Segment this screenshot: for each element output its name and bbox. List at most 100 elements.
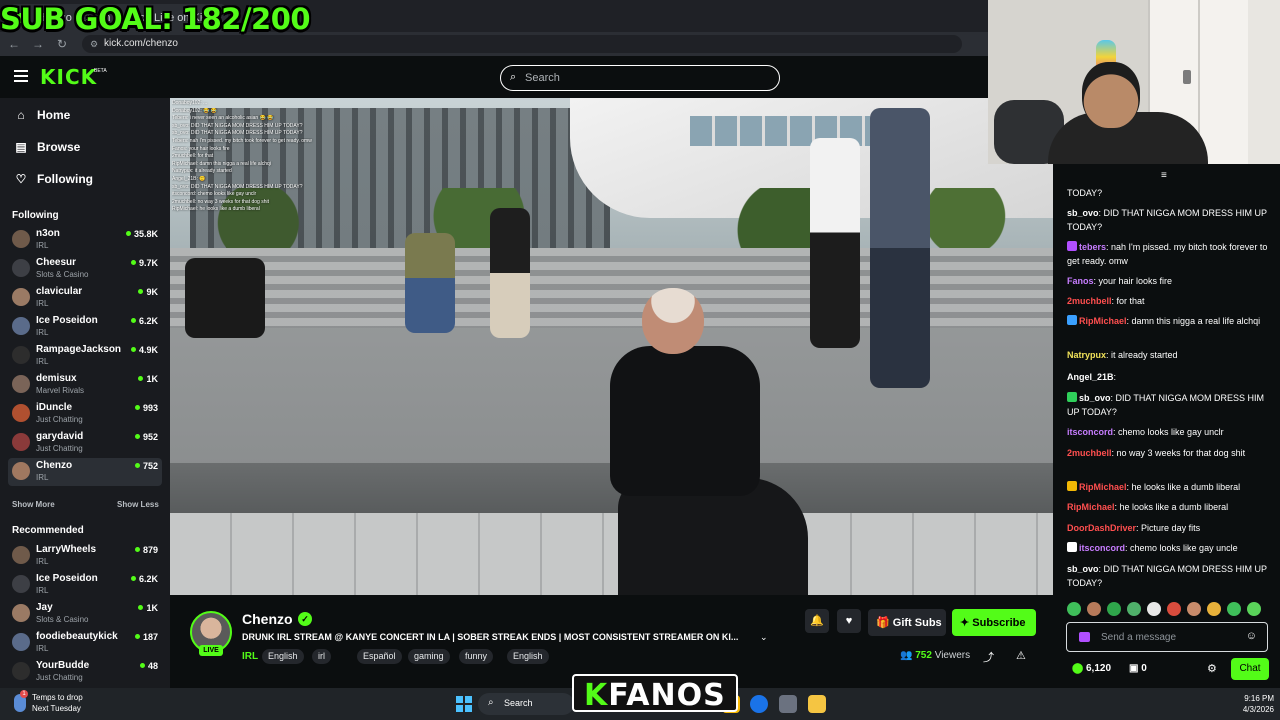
- chat-username[interactable]: RipMichael: [1067, 502, 1115, 512]
- emote-icon[interactable]: [1247, 602, 1261, 616]
- video-chat-overlay: Donaboy102: ... Donaboy102: 😂 😂 Tebers: i …: [172, 100, 342, 260]
- chat-settings-icon[interactable]: ⚙: [1207, 662, 1217, 675]
- chevron-down-icon[interactable]: ⌄: [760, 632, 768, 643]
- stream-tag[interactable]: gaming: [408, 649, 450, 664]
- category-link[interactable]: IRL: [242, 651, 258, 662]
- clock-time: 9:16 PM: [1244, 694, 1274, 703]
- chat-username[interactable]: itsconcord: [1067, 427, 1113, 437]
- chat-collapse-icon[interactable]: ≡: [1161, 170, 1167, 181]
- chat-username[interactable]: Fanos: [1067, 276, 1094, 286]
- subscribe-button[interactable]: ✦ Subscribe: [952, 609, 1036, 636]
- stream-tag[interactable]: English: [262, 649, 304, 664]
- url-field[interactable]: ⚙ kick.com/chenzo: [82, 35, 962, 53]
- stream-tag[interactable]: funny: [459, 649, 494, 664]
- chat-username[interactable]: sb_ovo: [1067, 208, 1099, 218]
- back-icon[interactable]: ←: [6, 36, 22, 52]
- search-input[interactable]: ⌕ Search: [500, 65, 780, 91]
- sidebar-channel[interactable]: Cheesur Slots & Casino 9.7K: [8, 255, 162, 283]
- forward-icon[interactable]: →: [30, 36, 46, 52]
- nav-home[interactable]: ⌂ Home: [14, 108, 70, 128]
- channel-points[interactable]: ⬤ 6,120: [1072, 663, 1111, 674]
- chat-message: sb_ovo: DID THAT NIGGA MOM DRESS HIM UP …: [1067, 206, 1271, 234]
- sidebar-channel[interactable]: YourBudde Just Chatting 48: [8, 658, 162, 686]
- sidebar-channel[interactable]: iDuncle Just Chatting 993: [8, 400, 162, 428]
- nav-following[interactable]: ♡ Following: [14, 172, 93, 192]
- chat-username[interactable]: sb_ovo: [1067, 564, 1099, 574]
- emote-icon[interactable]: [1207, 602, 1221, 616]
- gift-icon[interactable]: [1079, 632, 1090, 642]
- sidebar-channel[interactable]: Ice Poseidon IRL 6.2K: [8, 571, 162, 599]
- emote-icon[interactable]: [1227, 602, 1241, 616]
- chat-username[interactable]: Natrypux: [1067, 350, 1106, 360]
- follow-heart-button[interactable]: ♥: [837, 609, 861, 633]
- chat-username[interactable]: sb_ovo: [1079, 393, 1111, 403]
- chat-username[interactable]: RipMichael: [1079, 482, 1127, 492]
- chat-username[interactable]: itsconcord: [1079, 543, 1125, 553]
- emote-icon[interactable]: [1107, 602, 1121, 616]
- show-less-link[interactable]: Show Less: [117, 500, 159, 509]
- reload-icon[interactable]: ↻: [54, 36, 70, 52]
- sidebar-channel[interactable]: Jay Slots & Casino 1K: [8, 600, 162, 628]
- chat-username[interactable]: DoorDashDriver: [1067, 523, 1136, 533]
- sidebar-channel[interactable]: clavicular IRL 9K: [8, 284, 162, 312]
- sidebar-channel[interactable]: RampageJackson IRL 4.9K: [8, 342, 162, 370]
- stream-tag[interactable]: irl: [312, 649, 331, 664]
- sidebar-channel[interactable]: foodiebeautykick IRL 187: [8, 629, 162, 657]
- chat-message: Angel_21B:: [1067, 370, 1271, 384]
- user-badge-icon: [1067, 241, 1077, 251]
- streamer-name[interactable]: Chenzo: [242, 611, 293, 627]
- viewer-label: Viewers: [934, 650, 971, 661]
- emote-icon[interactable]: [1127, 602, 1141, 616]
- chat-send-button[interactable]: Chat: [1231, 658, 1269, 680]
- chat-username[interactable]: RipMichael: [1079, 316, 1127, 326]
- nav-browse[interactable]: ▤ Browse: [14, 140, 80, 160]
- sidebar-channel[interactable]: garydavid Just Chatting 952: [8, 429, 162, 457]
- chat-username[interactable]: 2muchbell: [1067, 296, 1112, 306]
- menu-icon[interactable]: [14, 70, 28, 82]
- sidebar-channel[interactable]: Chenzo IRL 752: [8, 458, 162, 486]
- channel-category: Marvel Rivals: [36, 386, 85, 395]
- stream-tag[interactable]: Español: [357, 649, 402, 664]
- viewers-icon: 👥: [900, 650, 916, 661]
- app-icon[interactable]: [779, 695, 797, 713]
- sidebar-channel[interactable]: LarryWheels IRL 879: [8, 542, 162, 570]
- video-player[interactable]: Donaboy102: ... Donaboy102: 😂 😂 Tebers: i …: [170, 98, 1053, 595]
- live-badge: LIVE: [199, 645, 223, 656]
- chat-text: it already started: [1111, 350, 1178, 360]
- chat-username[interactable]: tebers: [1079, 242, 1106, 252]
- channel-avatar: [12, 317, 30, 335]
- screen: Chenzo Stream - Watch Live on Kick ← → ↻…: [0, 0, 1280, 720]
- video-chat-line: RipMichael: damn this nigga a real life …: [172, 160, 271, 167]
- taskbar-search[interactable]: ⌕ Search: [478, 693, 574, 715]
- chat-username[interactable]: Angel_21B: [1067, 372, 1114, 382]
- sidebar-channel[interactable]: n3on IRL 35.8K: [8, 226, 162, 254]
- emote-icon[interactable]: [1087, 602, 1101, 616]
- stream-tag[interactable]: English: [507, 649, 549, 664]
- file-explorer-icon[interactable]: [808, 695, 826, 713]
- chat-input[interactable]: Send a message ☺: [1066, 622, 1268, 652]
- show-more-link[interactable]: Show More: [12, 500, 55, 509]
- notification-bell-button[interactable]: 🔔: [805, 609, 829, 633]
- mystery-box-count[interactable]: ▣ 0: [1129, 663, 1147, 674]
- weather-widget[interactable]: 1 Temps to drop Next Tuesday: [12, 690, 83, 714]
- site-info-icon[interactable]: ⚙: [90, 39, 98, 50]
- sidebar-channel[interactable]: Ice Poseidon IRL 6.2K: [8, 313, 162, 341]
- sidebar-channel[interactable]: demisux Marvel Rivals 1K: [8, 371, 162, 399]
- emote-icon[interactable]: [1147, 602, 1161, 616]
- emote-icon[interactable]: [1167, 602, 1181, 616]
- emote-icon[interactable]: [1187, 602, 1201, 616]
- video-chat-line: 2muchbell: no way 3 weeks for that dog s…: [172, 198, 269, 205]
- gift-subs-button[interactable]: 🎁 Gift Subs: [868, 609, 946, 636]
- channel-avatar: [12, 259, 30, 277]
- kick-logo[interactable]: KICK: [40, 65, 97, 89]
- report-icon[interactable]: ⚠: [1016, 649, 1026, 662]
- share-icon[interactable]: ⤴: [983, 649, 994, 665]
- emote-icon[interactable]: [1067, 602, 1081, 616]
- emoji-icon[interactable]: ☺: [1246, 630, 1257, 642]
- chat-username[interactable]: 2muchbell: [1067, 448, 1112, 458]
- system-clock[interactable]: 9:16 PM 4/3/2026: [1204, 693, 1274, 715]
- browser-app-icon[interactable]: [750, 695, 768, 713]
- windows-start-icon[interactable]: [456, 696, 472, 712]
- video-chat-line: sb_ovo: DID THAT NIGGA MOM DRESS HIM UP …: [172, 130, 303, 137]
- channel-viewers: 9K: [138, 287, 158, 297]
